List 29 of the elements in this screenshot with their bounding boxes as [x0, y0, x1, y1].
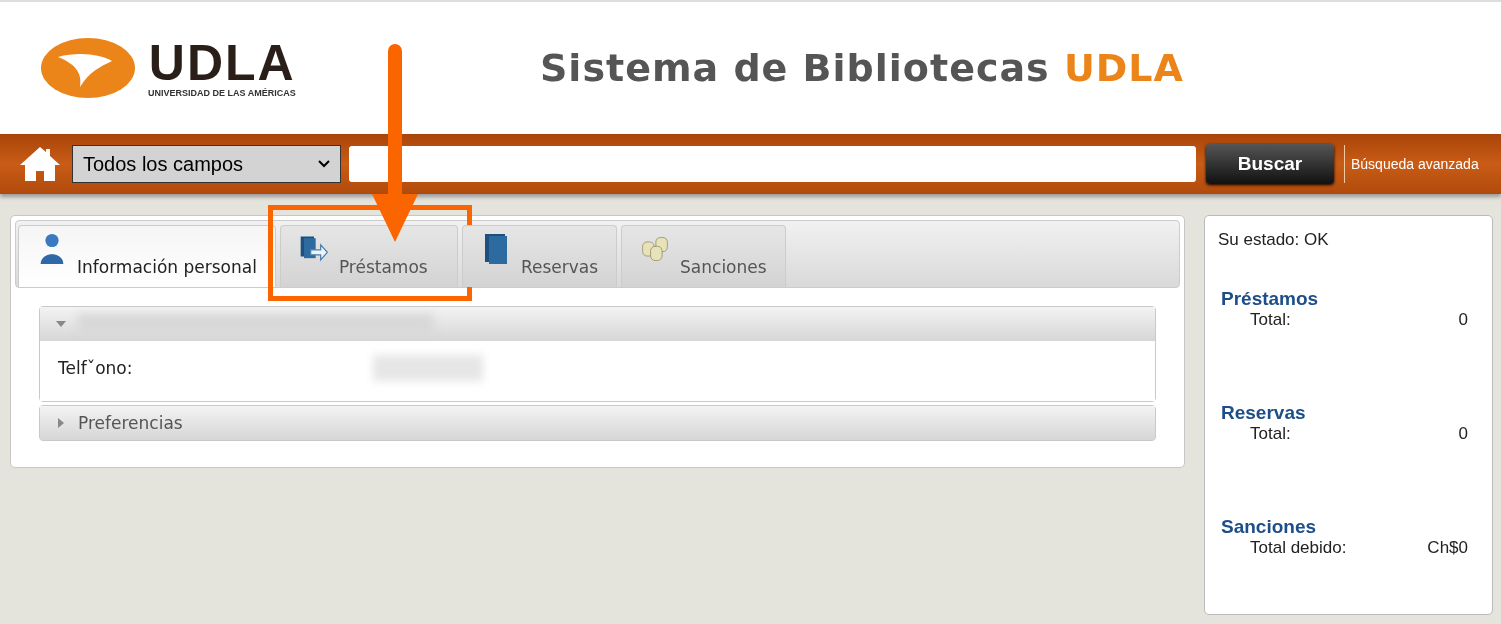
tab[interactable]: Préstamos: [279, 225, 458, 287]
site-title: Sistema de Bibliotecas UDLA: [540, 46, 1184, 90]
advanced-search-link[interactable]: Búsqueda avanzada: [1351, 156, 1479, 172]
summary-value: Ch$0: [1427, 538, 1468, 558]
field-select[interactable]: Todos los campos: [72, 145, 341, 183]
search-button[interactable]: Buscar: [1206, 144, 1334, 184]
search-field[interactable]: [349, 146, 1196, 182]
logo-icon: [40, 37, 136, 99]
logo-tagline: UNIVERSIDAD DE LAS AMÉRICAS: [148, 88, 296, 98]
chevron-down-icon: [318, 160, 330, 168]
expand-icon: [56, 418, 66, 428]
section-header[interactable]: [40, 307, 1155, 341]
tab[interactable]: Sanciones: [621, 225, 786, 287]
field-label: Telfˇono:: [58, 358, 134, 378]
section-header[interactable]: Preferencias: [40, 406, 1155, 440]
summary-value: 0: [1458, 424, 1468, 444]
summary-heading: Reservas: [1221, 402, 1307, 424]
summary-value: 0: [1458, 310, 1468, 330]
summary-heading: Sanciones: [1221, 516, 1318, 538]
home-icon[interactable]: [18, 145, 62, 183]
status-text: Su estado: OK: [1218, 230, 1330, 250]
logo-wordmark: UDLA: [148, 38, 296, 88]
summary-label: Total:: [1250, 310, 1291, 330]
summary-label: Total:: [1250, 424, 1291, 444]
tab[interactable]: Reservas: [461, 225, 618, 287]
tab[interactable]: Información personal: [18, 225, 276, 287]
summary-label: Total debido:: [1250, 538, 1347, 558]
expand-icon: [56, 319, 66, 329]
summary-heading: Préstamos: [1221, 288, 1320, 310]
